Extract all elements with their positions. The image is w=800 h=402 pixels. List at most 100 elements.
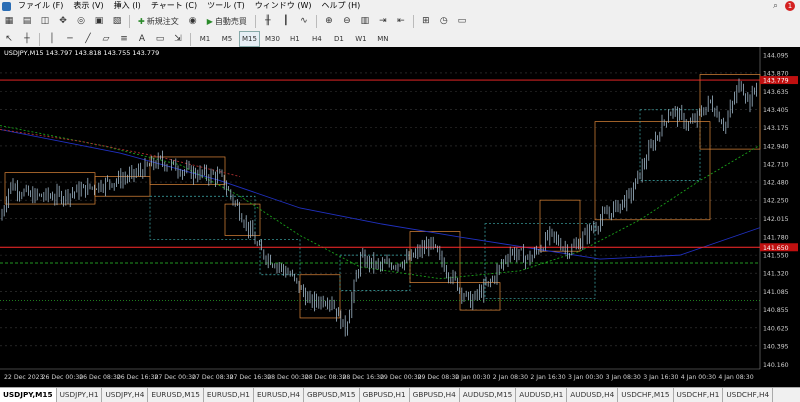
tab-usdchf-h1[interactable]: USDCHF,H1 [674, 388, 724, 402]
shapes-icon[interactable]: ⇲ [170, 31, 186, 47]
candlestick-icon[interactable]: ┃ [278, 13, 294, 29]
menu-bar: ファイル (F) 表示 (V) 挿入 (I) チャート (C) ツール (T) … [0, 0, 800, 12]
tile-windows-icon[interactable]: ▥ [357, 13, 373, 29]
fibonacci-icon[interactable]: ≡ [116, 31, 132, 47]
price-tick-label: 143.175 [763, 125, 789, 132]
tab-audusd-h4[interactable]: AUDUSD,H4 [567, 388, 619, 402]
time-tick-label: 22 Dec 2023 [4, 374, 44, 381]
tab-eurusd-m15[interactable]: EURUSD,M15 [148, 388, 204, 402]
price-tick-label: 142.710 [763, 162, 789, 169]
tab-usdchf-m15[interactable]: USDCHF,M15 [618, 388, 674, 402]
timeframe-m1[interactable]: M1 [195, 31, 215, 47]
menu-file[interactable]: ファイル (F) [13, 0, 68, 12]
tab-audusd-h1[interactable]: AUDUSD,H1 [516, 388, 568, 402]
notification-icon[interactable]: 1 [785, 1, 795, 11]
time-tick-label: 29 Dec 00:30 [380, 374, 422, 381]
profiles-icon[interactable]: ▤ [19, 13, 35, 29]
crosshair-icon[interactable]: ┼ [19, 31, 35, 47]
line-chart-icon[interactable]: ∿ [296, 13, 312, 29]
indicators-icon[interactable]: ⊞ [418, 13, 434, 29]
zoom-out-icon[interactable]: ⊖ [339, 13, 355, 29]
time-tick-label: 28 Dec 08:30 [305, 374, 347, 381]
auto-trading-label: 自動売買 [214, 16, 247, 26]
timeframe-m15[interactable]: M15 [239, 31, 260, 47]
terminal-icon[interactable]: ▣ [91, 13, 107, 29]
auto-trading-button[interactable]: ▶ 自動売買 [203, 13, 251, 29]
menu-view[interactable]: 表示 (V) [68, 0, 108, 12]
price-tick-label: 143.635 [763, 89, 789, 96]
time-tick-label: 28 Dec 16:30 [342, 374, 384, 381]
menu-chart[interactable]: チャート (C) [146, 0, 202, 12]
tab-gbpusd-h4[interactable]: GBPUSD,H4 [410, 388, 460, 402]
timeframe-d1[interactable]: D1 [329, 31, 349, 47]
price-tick-label: 140.855 [763, 307, 789, 314]
vertical-line-icon[interactable]: │ [44, 31, 60, 47]
marked-price-tag: 141.650 [763, 245, 789, 252]
range-box [149, 156, 226, 185]
chart-canvas[interactable]: 144.095143.870143.635143.405143.175142.9… [0, 47, 800, 387]
tab-usdchf-h4[interactable]: USDCHF,H4 [723, 388, 774, 402]
timeframe-mn[interactable]: MN [373, 31, 393, 47]
zoom-in-icon[interactable]: ⊕ [321, 13, 337, 29]
time-tick-label: 27 Dec 08:30 [192, 374, 234, 381]
trendline-icon[interactable]: ╱ [80, 31, 96, 47]
time-tick-label: 2 Jan 08:30 [493, 374, 528, 381]
timeframe-m30[interactable]: M30 [262, 31, 283, 47]
chart-tabs: USDJPY,M15 USDJPY,H1 USDJPY,H4 EURUSD,M1… [0, 387, 800, 402]
metaeditor-icon[interactable]: ◉ [185, 13, 201, 29]
horizontal-line-icon[interactable]: ─ [62, 31, 78, 47]
tab-audusd-m15[interactable]: AUDUSD,M15 [460, 388, 517, 402]
time-tick-label: 27 Dec 16:30 [230, 374, 272, 381]
text-icon[interactable]: A [134, 31, 150, 47]
chart-title: USDJPY,M15 143.797 143.818 143.755 143.7… [4, 49, 159, 57]
timeframe-h4[interactable]: H4 [307, 31, 327, 47]
moving-average-green [0, 125, 761, 280]
timeframe-w1[interactable]: W1 [351, 31, 371, 47]
new-order-label: 新規注文 [146, 16, 179, 26]
bar-chart-icon[interactable]: ╫ [260, 13, 276, 29]
tab-eurusd-h4[interactable]: EURUSD,H4 [254, 388, 304, 402]
new-order-button[interactable]: ✚ 新規注文 [134, 13, 183, 29]
tab-usdjpy-h4[interactable]: USDJPY,H4 [102, 388, 149, 402]
periods-icon[interactable]: ◷ [436, 13, 452, 29]
time-tick-label: 29 Dec 08:30 [418, 374, 460, 381]
price-tick-label: 140.625 [763, 325, 789, 332]
app-icon [2, 1, 11, 11]
menu-tools[interactable]: ツール (T) [202, 0, 250, 12]
strategy-tester-icon[interactable]: ▧ [109, 13, 125, 29]
time-tick-label: 2 Jan 00:30 [455, 374, 490, 381]
templates-icon[interactable]: ▭ [454, 13, 470, 29]
text-label-icon[interactable]: ▭ [152, 31, 168, 47]
auto-scroll-icon[interactable]: ⇥ [375, 13, 391, 29]
time-tick-label: 2 Jan 16:30 [530, 374, 565, 381]
price-tick-label: 142.015 [763, 216, 789, 223]
timeframe-h1[interactable]: H1 [285, 31, 305, 47]
chart-shift-icon[interactable]: ⇤ [393, 13, 409, 29]
market-watch-icon[interactable]: ◫ [37, 13, 53, 29]
menu-window[interactable]: ウィンドウ (W) [250, 0, 317, 12]
price-tick-label: 142.480 [763, 180, 789, 187]
time-tick-label: 26 Dec 08:30 [79, 374, 121, 381]
search-icon[interactable]: ⌕ [773, 1, 778, 11]
price-tick-label: 141.780 [763, 235, 789, 242]
cursor-icon[interactable]: ↖ [1, 31, 17, 47]
tab-gbpusd-m15[interactable]: GBPUSD,M15 [304, 388, 360, 402]
tab-gbpusd-h1[interactable]: GBPUSD,H1 [360, 388, 410, 402]
price-chart[interactable]: 144.095 143.870 143.635 143.405 143.175 142.9… [0, 47, 800, 387]
equidistant-channel-icon[interactable]: ▱ [98, 31, 114, 47]
range-box [339, 254, 411, 291]
price-tick-label: 141.320 [763, 271, 789, 278]
time-tick-label: 3 Jan 08:30 [606, 374, 641, 381]
new-chart-icon[interactable]: ▦ [1, 13, 17, 29]
menu-help[interactable]: ヘルプ (H) [316, 0, 365, 12]
data-window-icon[interactable]: ✥ [55, 13, 71, 29]
price-tick-label: 141.550 [763, 253, 789, 260]
new-order-icon: ✚ [138, 16, 145, 26]
tab-eurusd-h1[interactable]: EURUSD,H1 [204, 388, 254, 402]
menu-insert[interactable]: 挿入 (I) [109, 0, 146, 12]
navigator-icon[interactable]: ◎ [73, 13, 89, 29]
price-tick-label: 140.160 [763, 362, 789, 369]
timeframe-m5[interactable]: M5 [217, 31, 237, 47]
tab-usdjpy-h1[interactable]: USDJPY,H1 [57, 388, 103, 402]
tab-usdjpy-m15[interactable]: USDJPY,M15 [0, 388, 57, 402]
